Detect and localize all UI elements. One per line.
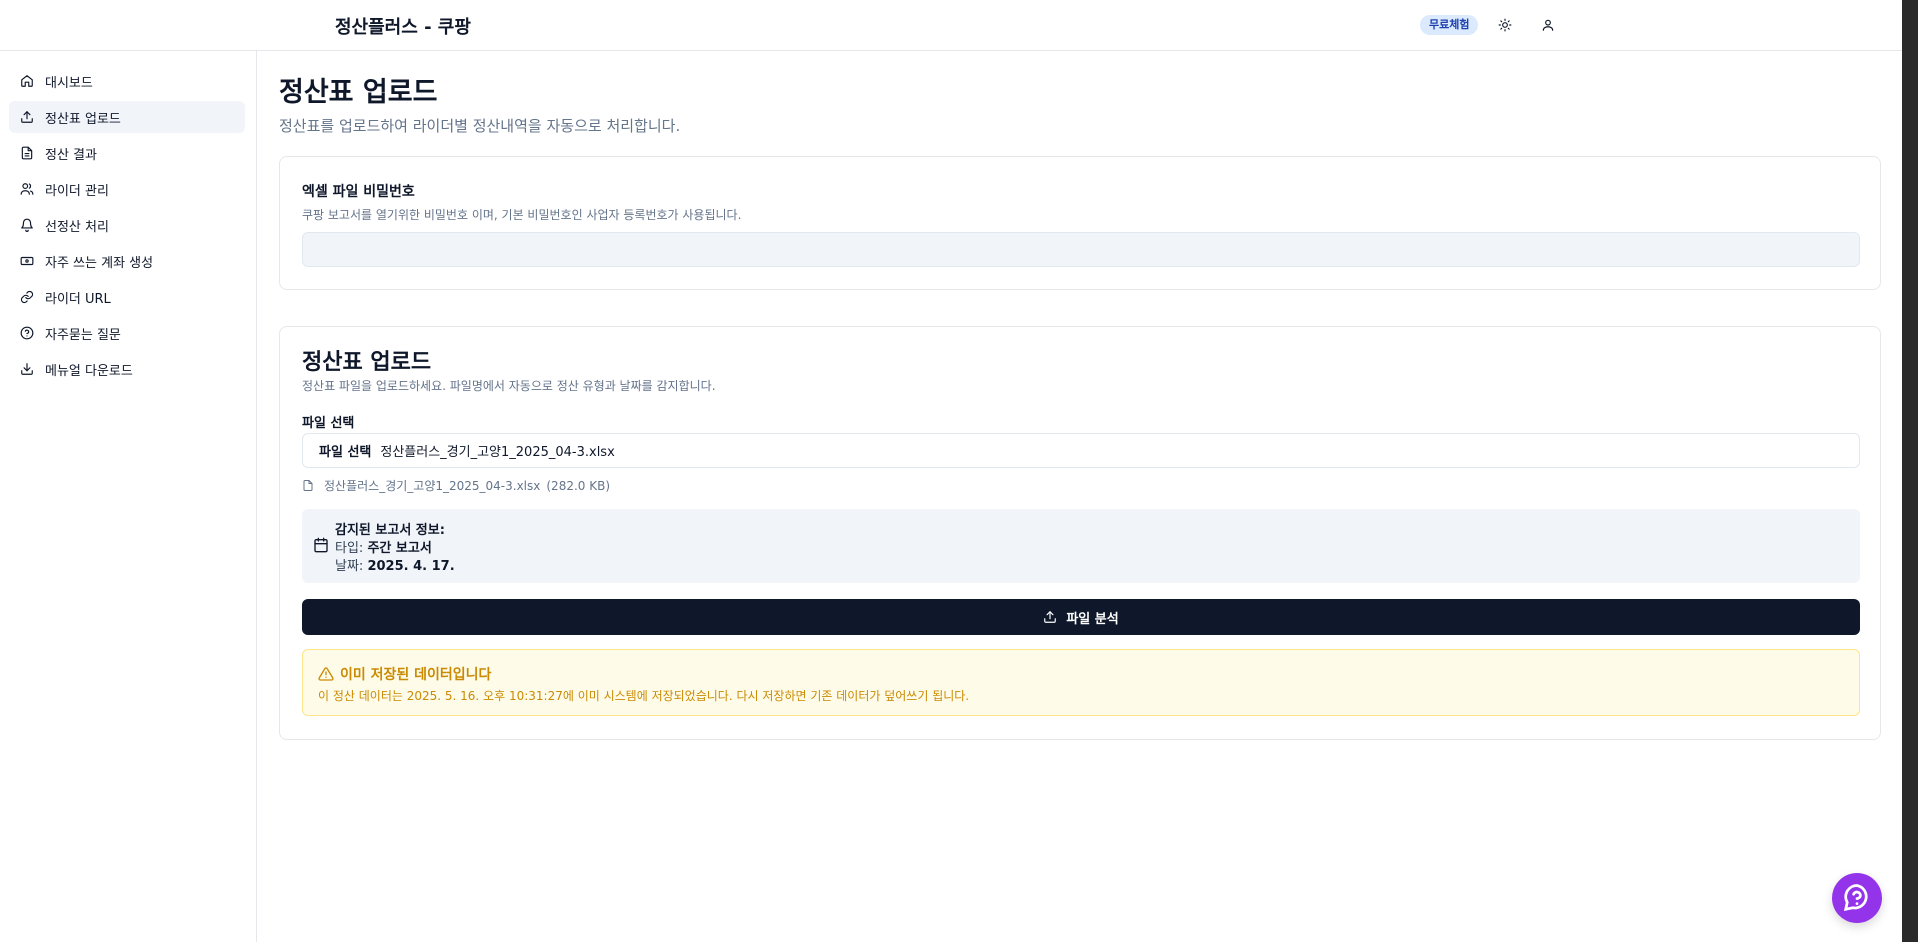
user-icon — [1542, 19, 1554, 31]
upload-card-description: 정산표 파일을 업로드하세요. 파일명에서 자동으로 정산 유형과 날짜를 감지… — [302, 379, 716, 393]
users-icon — [19, 181, 35, 197]
user-menu-button[interactable] — [1537, 14, 1559, 36]
analyze-button-label: 파일 분석 — [1066, 611, 1119, 627]
file-info-size: (282.0 KB) — [546, 478, 611, 493]
window-scrollbar[interactable] — [1902, 0, 1918, 942]
detected-date-label: 날짜: — [335, 559, 364, 574]
upload-icon — [1043, 609, 1059, 625]
download-icon — [19, 361, 35, 377]
sun-icon — [1498, 18, 1512, 32]
banknote-icon — [19, 253, 35, 269]
detected-type-value: 주간 보고서 — [367, 541, 432, 556]
page-description: 정산표를 업로드하여 라이더별 정산내역을 자동으로 처리합니다. — [279, 117, 681, 135]
alert-text: 이 정산 데이터는 2025. 5. 16. 오후 10:31:27에 이미 시… — [318, 689, 970, 703]
sidebar-item-label: 라이더 URL — [45, 291, 111, 307]
upload-card-title: 정산표 업로드 — [302, 350, 432, 375]
detected-info-title: 감지된 보고서 정보: — [335, 523, 445, 538]
file-icon — [302, 479, 316, 493]
file-field-label: 파일 선택 — [302, 416, 355, 431]
file-info: 정산플러스_경기_고양1_2025_04-3.xlsx (282.0 KB) — [302, 477, 610, 494]
home-icon — [19, 73, 35, 89]
sidebar-item-faq[interactable]: 자주묻는 질문 — [9, 317, 245, 349]
calendar-icon — [314, 537, 328, 553]
file-text-icon — [19, 145, 35, 161]
sidebar-item-prepay[interactable]: 선정산 처리 — [9, 209, 245, 241]
detected-type-row: 타입: 주간 보고서 — [335, 537, 432, 556]
detected-date-row: 날짜: 2025. 4. 17. — [335, 555, 455, 574]
main-content: 정산표 업로드 정산표를 업로드하여 라이더별 정산내역을 자동으로 처리합니다… — [258, 51, 1902, 942]
sidebar-item-label: 메뉴얼 다운로드 — [45, 363, 133, 379]
sidebar-item-label: 정산표 업로드 — [45, 111, 121, 127]
detected-report-info: 감지된 보고서 정보: 타입: 주간 보고서 날짜: 2025. 4. 17. — [302, 509, 1860, 583]
sidebar-item-upload[interactable]: 정산표 업로드 — [9, 101, 245, 133]
password-card-description: 쿠팡 보고서를 열기위한 비밀번호 이며, 기본 비밀번호인 사업자 등록번호가… — [302, 208, 742, 222]
theme-toggle-button[interactable] — [1494, 14, 1516, 36]
sidebar-item-accounts[interactable]: 자주 쓰는 계좌 생성 — [9, 245, 245, 277]
already-saved-alert: 이미 저장된 데이터입니다 이 정산 데이터는 2025. 5. 16. 오후 … — [302, 649, 1860, 716]
detected-date-value: 2025. 4. 17. — [367, 559, 455, 574]
sidebar-item-label: 대시보드 — [45, 75, 93, 91]
sidebar-item-label: 라이더 관리 — [45, 183, 109, 199]
sidebar-item-label: 자주묻는 질문 — [45, 327, 121, 343]
help-chat-button[interactable] — [1832, 873, 1882, 923]
file-input[interactable]: 파일 선택 정산플러스_경기_고양1_2025_04-3.xlsx — [302, 433, 1860, 468]
link-icon — [19, 289, 35, 305]
sidebar-item-riders[interactable]: 라이더 관리 — [9, 173, 245, 205]
sidebar-item-rider-url[interactable]: 라이더 URL — [9, 281, 245, 313]
help-circle-icon — [19, 325, 35, 341]
bell-icon — [19, 217, 35, 233]
page-title: 정산표 업로드 — [279, 77, 438, 108]
sidebar-item-dashboard[interactable]: 대시보드 — [9, 65, 245, 97]
sidebar-item-label: 자주 쓰는 계좌 생성 — [45, 255, 154, 271]
top-header: 정산플러스 - 쿠팡 무료체험 — [0, 0, 1902, 51]
sidebar-item-manual[interactable]: 메뉴얼 다운로드 — [9, 353, 245, 385]
app-window: 정산플러스 - 쿠팡 무료체험 대시보드 정산표 업로드 정산 결과 라이더 관… — [0, 0, 1902, 942]
sidebar-item-results[interactable]: 정산 결과 — [9, 137, 245, 169]
upload-icon — [19, 109, 35, 125]
choose-file-button[interactable]: 파일 선택 — [319, 441, 371, 460]
alert-title: 이미 저장된 데이터입니다 — [340, 667, 492, 683]
password-card-title: 엑셀 파일 비밀번호 — [302, 184, 415, 200]
app-title: 정산플러스 - 쿠팡 — [335, 17, 471, 38]
file-info-name: 정산플러스_경기_고양1_2025_04-3.xlsx — [324, 479, 541, 493]
alert-triangle-icon — [318, 667, 334, 681]
selected-file-name: 정산플러스_경기_고양1_2025_04-3.xlsx — [380, 445, 615, 460]
upload-card: 정산표 업로드 정산표 파일을 업로드하세요. 파일명에서 자동으로 정산 유형… — [279, 326, 1881, 740]
help-chat-icon — [1843, 884, 1868, 912]
sidebar-item-label: 정산 결과 — [45, 147, 97, 163]
detected-type-label: 타입: — [335, 541, 364, 556]
free-trial-badge[interactable]: 무료체험 — [1420, 15, 1479, 35]
analyze-file-button[interactable]: 파일 분석 — [302, 599, 1860, 635]
password-card: 엑셀 파일 비밀번호 쿠팡 보고서를 열기위한 비밀번호 이며, 기본 비밀번호… — [279, 156, 1881, 290]
sidebar: 대시보드 정산표 업로드 정산 결과 라이더 관리 선정산 처리 자주 쓰는 계… — [0, 51, 257, 942]
sidebar-item-label: 선정산 처리 — [45, 219, 109, 235]
excel-password-input[interactable] — [302, 232, 1860, 267]
